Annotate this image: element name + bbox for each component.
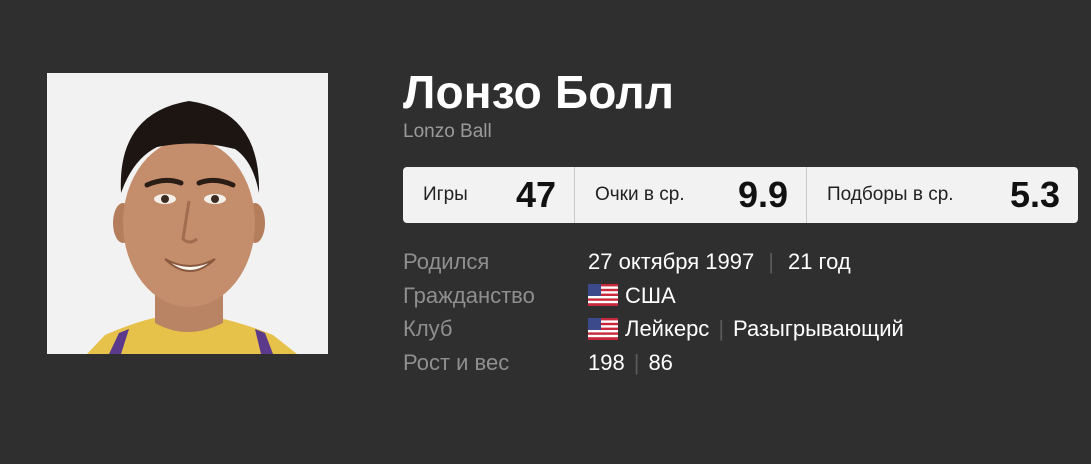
citizenship-value: США (625, 282, 676, 308)
stat-label: Игры (423, 184, 468, 205)
player-position: Разыгрывающий (733, 316, 904, 341)
stats-bar: Игры 47 Очки в ср. 9.9 Подборы в ср. 5.3 (403, 167, 1078, 223)
stat-points: Очки в ср. 9.9 (575, 167, 807, 223)
player-height: 198 (588, 349, 625, 375)
detail-row-born: Родился 27 октября 1997 | 21 год (403, 245, 1078, 279)
us-flag-icon (588, 284, 618, 307)
player-weight: 86 (648, 349, 673, 375)
player-name-latin: Lonzo Ball (403, 121, 492, 142)
detail-row-club: Клуб Лейкерс | Разыгрывающий (403, 312, 1078, 346)
born-date: 27 октября 1997 (588, 249, 755, 274)
player-photo (47, 73, 328, 354)
stat-games: Игры 47 (403, 167, 575, 223)
detail-label: Родился (403, 249, 490, 274)
detail-row-citizenship: Гражданство США (403, 279, 1078, 313)
detail-label: Гражданство (403, 282, 535, 308)
player-info: Лонзо Болл Lonzo Ball Игры 47 Очки в ср.… (403, 66, 1078, 379)
player-age: 21 год (787, 249, 851, 274)
player-details: Родился 27 октября 1997 | 21 год Граждан… (403, 245, 1078, 379)
detail-label: Рост и вес (403, 349, 510, 375)
stat-value: 9.9 (737, 174, 788, 215)
detail-label: Клуб (403, 316, 453, 341)
us-flag-icon (588, 317, 618, 340)
player-name: Лонзо Болл (403, 66, 675, 118)
detail-row-height-weight: Рост и вес 198 | 86 (403, 346, 1078, 380)
stat-label: Подборы в ср. (827, 184, 954, 205)
separator: | (633, 349, 640, 375)
separator: | (718, 316, 725, 341)
stat-rebounds: Подборы в ср. 5.3 (807, 167, 1078, 223)
stat-value: 5.3 (1009, 174, 1060, 215)
stat-label: Очки в ср. (595, 184, 685, 205)
player-portrait-image (47, 73, 328, 354)
stat-value: 47 (515, 174, 556, 215)
separator: | (768, 249, 774, 274)
club-link[interactable]: Лейкерс (625, 312, 709, 346)
